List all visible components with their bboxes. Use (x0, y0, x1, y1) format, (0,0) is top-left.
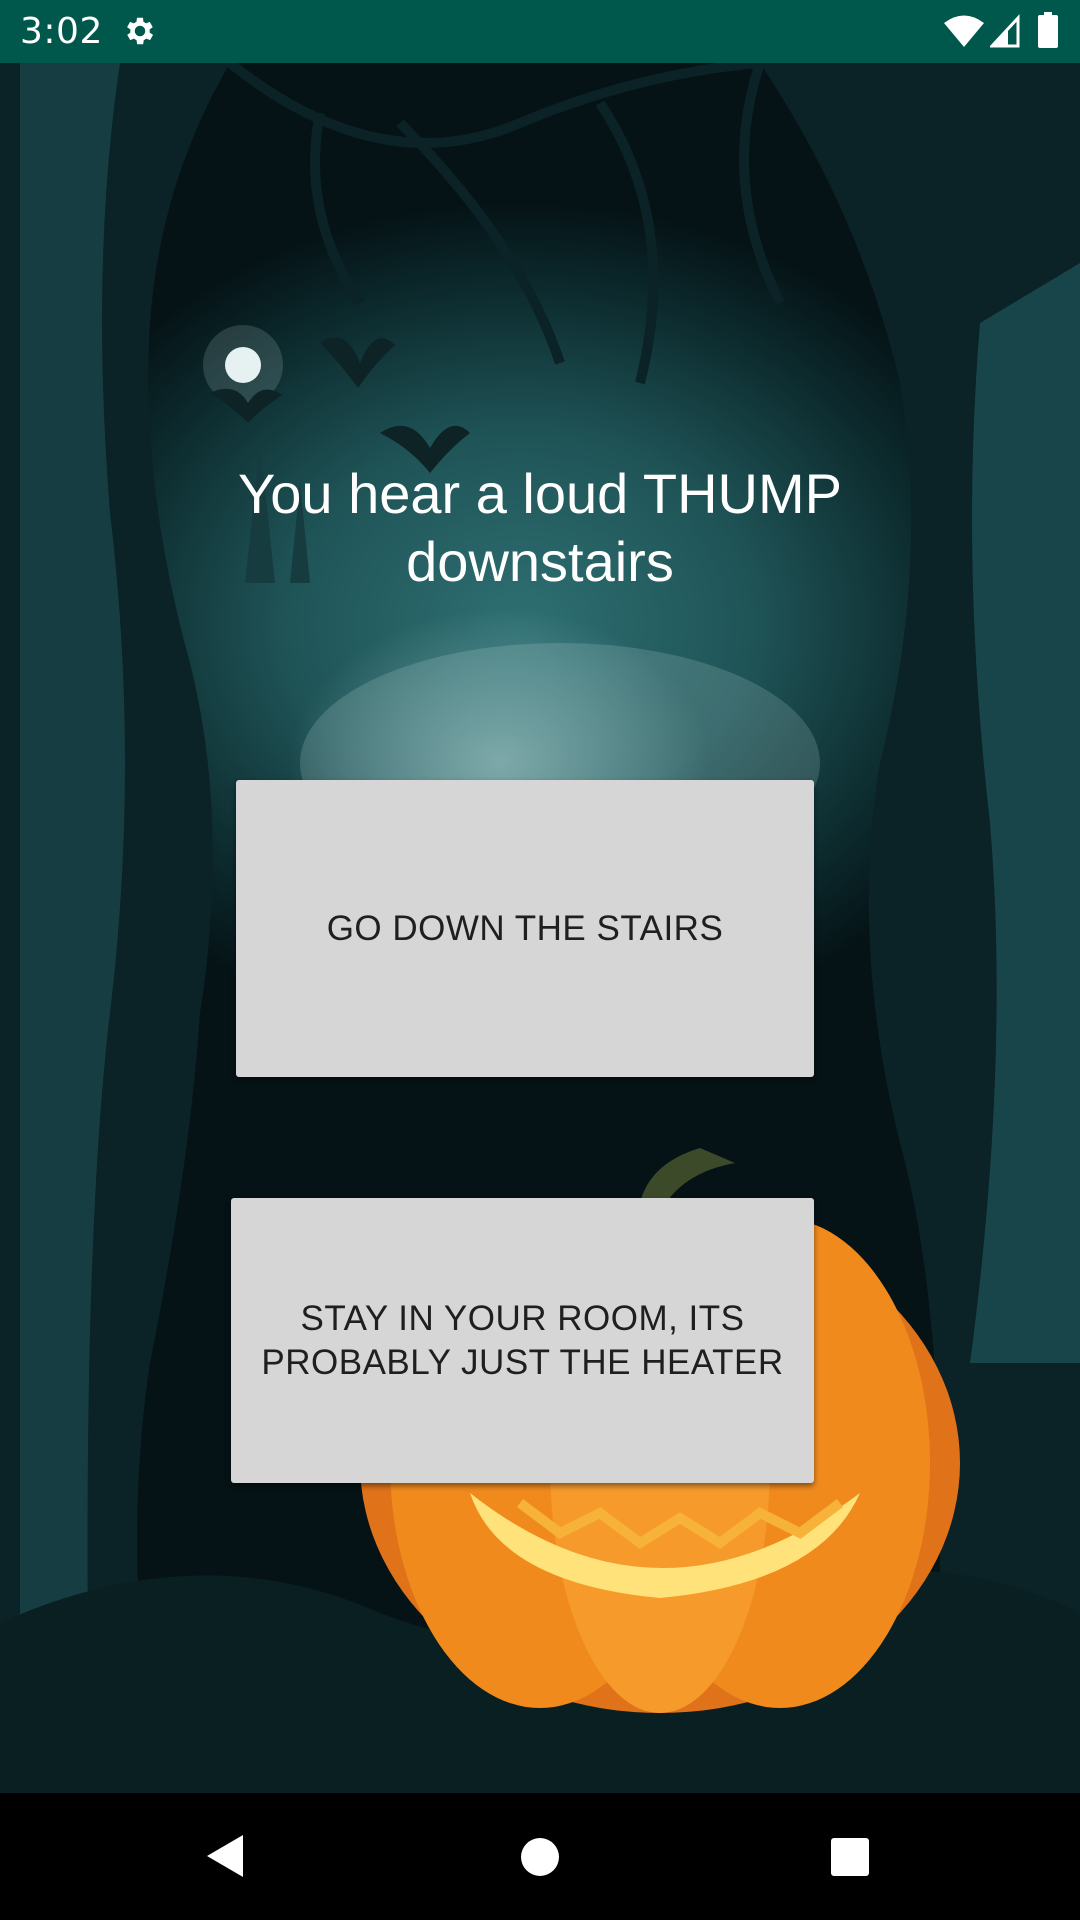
battery-icon (1038, 12, 1058, 48)
status-bar: 3:02 (0, 0, 1080, 63)
stay-in-room-button[interactable]: STAY IN YOUR ROOM, ITS PROBABLY JUST THE… (231, 1198, 814, 1483)
go-downstairs-button[interactable]: GO DOWN THE STAIRS (236, 780, 814, 1077)
wifi-icon (944, 15, 984, 47)
tree-branches (226, 63, 785, 385)
back-icon[interactable] (205, 1833, 245, 1879)
signal-icon (990, 14, 1020, 48)
navigation-bar (0, 1793, 1080, 1920)
app-screen: 3:02 You hear a loud THUMP downstairs GO… (0, 0, 1080, 1920)
recents-icon[interactable] (830, 1837, 870, 1877)
home-icon[interactable] (520, 1837, 560, 1877)
status-time: 3:02 (20, 11, 103, 52)
gear-icon (127, 17, 154, 45)
story-text: You hear a loud THUMP downstairs (238, 462, 842, 593)
